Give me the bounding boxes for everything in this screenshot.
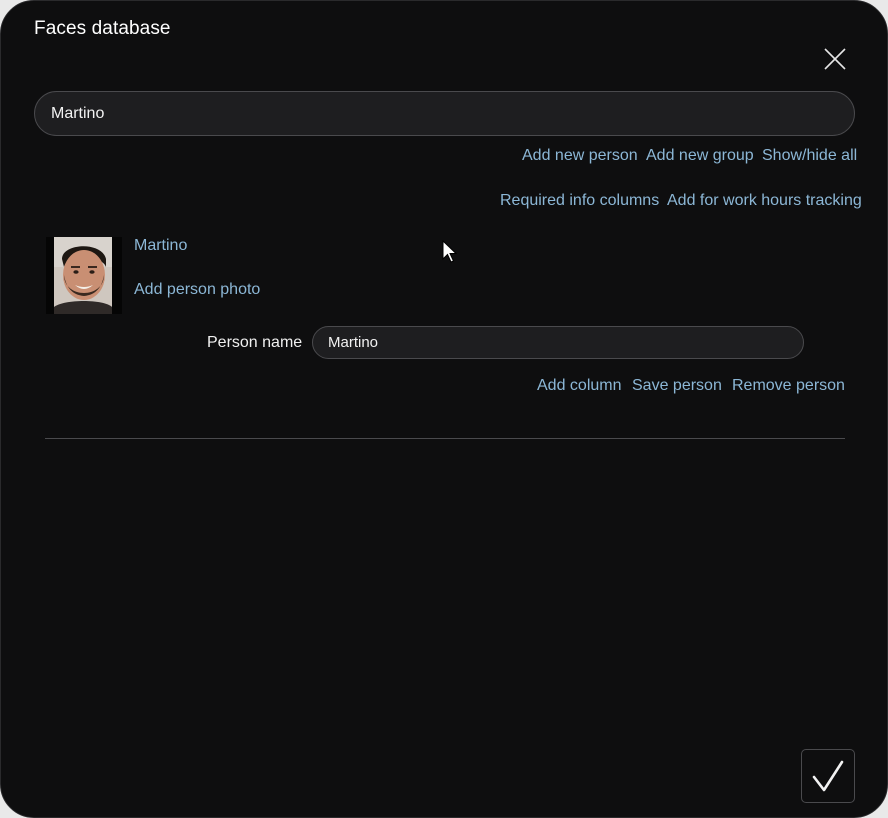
faces-database-dialog: Faces database Add new person Add new gr… <box>0 0 888 818</box>
remove-person-link[interactable]: Remove person <box>732 377 845 395</box>
person-name-label: Person name <box>207 334 303 351</box>
search-input[interactable] <box>34 91 855 136</box>
close-button[interactable] <box>821 45 849 73</box>
dialog-title: Faces database <box>34 18 171 39</box>
section-divider <box>45 438 845 439</box>
close-icon <box>824 48 846 70</box>
add-new-group-link[interactable]: Add new group <box>646 147 754 165</box>
person-name-field[interactable] <box>312 326 804 359</box>
person-name-link[interactable]: Martino <box>134 237 187 255</box>
save-person-link[interactable]: Save person <box>632 377 722 395</box>
checkmark-icon <box>812 760 844 792</box>
required-info-columns-link[interactable]: Required info columns <box>500 192 659 210</box>
add-column-link[interactable]: Add column <box>537 377 622 395</box>
confirm-button[interactable] <box>801 749 855 803</box>
person-photo <box>46 237 122 314</box>
add-for-work-hours-tracking-link[interactable]: Add for work hours tracking <box>667 192 862 210</box>
add-new-person-link[interactable]: Add new person <box>522 147 638 165</box>
show-hide-all-link[interactable]: Show/hide all <box>762 147 857 165</box>
person-face-image <box>46 237 122 314</box>
add-person-photo-link[interactable]: Add person photo <box>134 281 260 299</box>
mouse-pointer-icon <box>442 240 458 263</box>
